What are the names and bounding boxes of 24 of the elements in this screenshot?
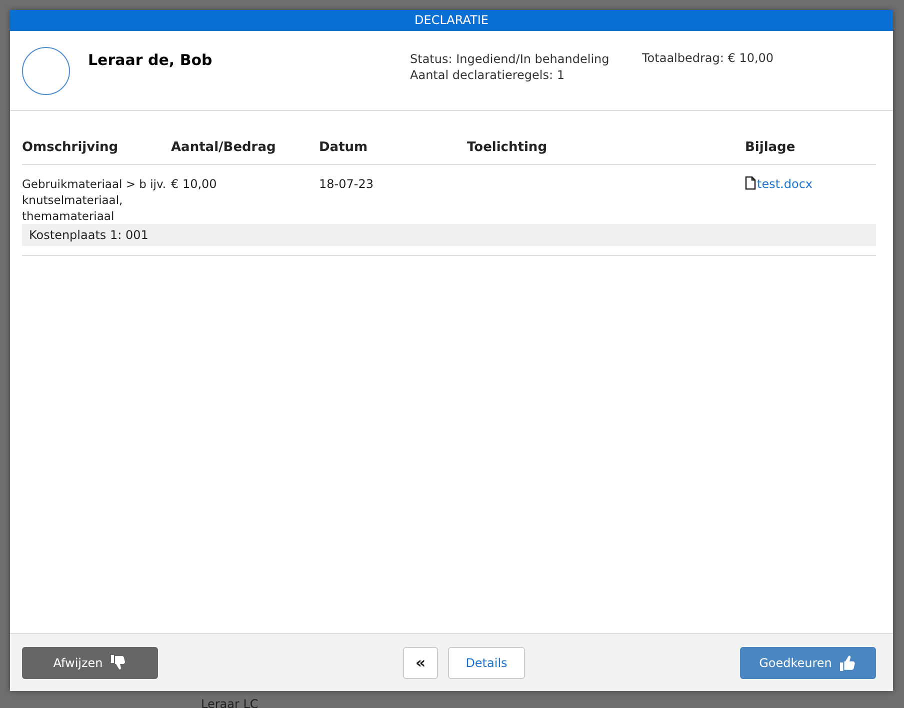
table-cell: € 10,00 xyxy=(171,177,217,191)
total-amount: Totaalbedrag: € 10,00 xyxy=(642,51,774,67)
person-name: Leraar de, Bob xyxy=(88,51,214,71)
table-cell: Gebruikmateriaal > b ijv. knutselmateriaal, themamateriaal xyxy=(22,177,166,223)
back-button[interactable]: « xyxy=(403,646,438,678)
thumbs-down-icon xyxy=(110,655,127,670)
column-header: Bijlage xyxy=(745,139,796,157)
column-header: Datum xyxy=(319,139,369,157)
approve-button[interactable]: Goedkeuren xyxy=(740,646,876,678)
column-header: Aantal/Bedrag xyxy=(171,139,277,157)
line-count-text: Aantal declaratieregels: 1 xyxy=(410,67,566,83)
reject-button[interactable]: Afwijzen xyxy=(22,646,158,678)
avatar xyxy=(22,47,70,95)
status-text: Status: Ingediend/In behandeling xyxy=(410,51,610,67)
column-header: Toelichting xyxy=(467,139,548,157)
details-button[interactable]: Details xyxy=(448,646,525,678)
table-cell: 18-07-23 xyxy=(319,177,374,191)
file-icon xyxy=(745,176,756,190)
dialog-title: DECLARATIE xyxy=(10,10,893,31)
thumbs-up-icon xyxy=(840,654,857,670)
column-header: Omschrijving xyxy=(22,139,120,157)
background-text: Leraar LC xyxy=(201,697,258,708)
attachment-link[interactable]: test.docx xyxy=(757,176,813,192)
cost-center-row: Kostenplaats 1: 001 xyxy=(22,224,876,246)
